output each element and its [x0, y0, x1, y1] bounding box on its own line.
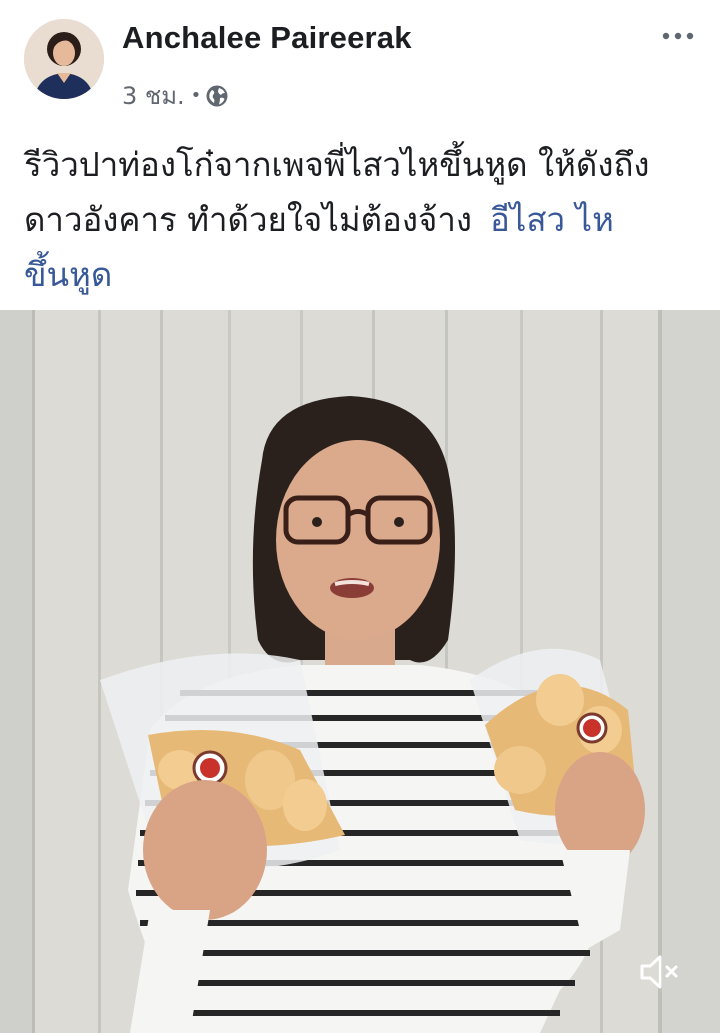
post-text: รีวิวปาท่องโก๋จากเพจพี่ไสวไหขึ้นหูด ให้ด… [24, 137, 704, 302]
hashtag-link-continued[interactable]: ขึ้นหูด [24, 255, 112, 294]
globe-icon [206, 85, 228, 106]
video-player[interactable] [0, 310, 720, 1033]
post-meta: 3 ชม. • [122, 76, 229, 115]
speaker-muted-icon [640, 955, 678, 989]
post-text-line: ดาวอังคาร ทำด้วยใจไม่ต้องจ้าง อีไสว ไห [24, 192, 704, 247]
post-text-line: รีวิวปาท่องโก๋จากเพจพี่ไสวไหขึ้นหูด ให้ด… [24, 145, 650, 184]
post-header: Anchalee Paireerak 3 ชม. • [0, 0, 720, 118]
post-timestamp[interactable]: 3 ชม. [122, 76, 185, 115]
mute-button[interactable] [634, 948, 682, 996]
video-frame [0, 310, 720, 1033]
post-text-segment: ดาวอังคาร ทำด้วยใจไม่ต้องจ้าง [24, 200, 472, 239]
hashtag-link[interactable]: อีไสว ไห [490, 200, 614, 239]
author-name[interactable]: Anchalee Paireerak [122, 20, 412, 56]
post-text-line: ขึ้นหูด [24, 247, 704, 302]
avatar[interactable] [24, 19, 104, 99]
more-options-icon [662, 32, 694, 40]
more-options-button[interactable] [658, 24, 698, 48]
meta-separator: • [190, 85, 202, 106]
